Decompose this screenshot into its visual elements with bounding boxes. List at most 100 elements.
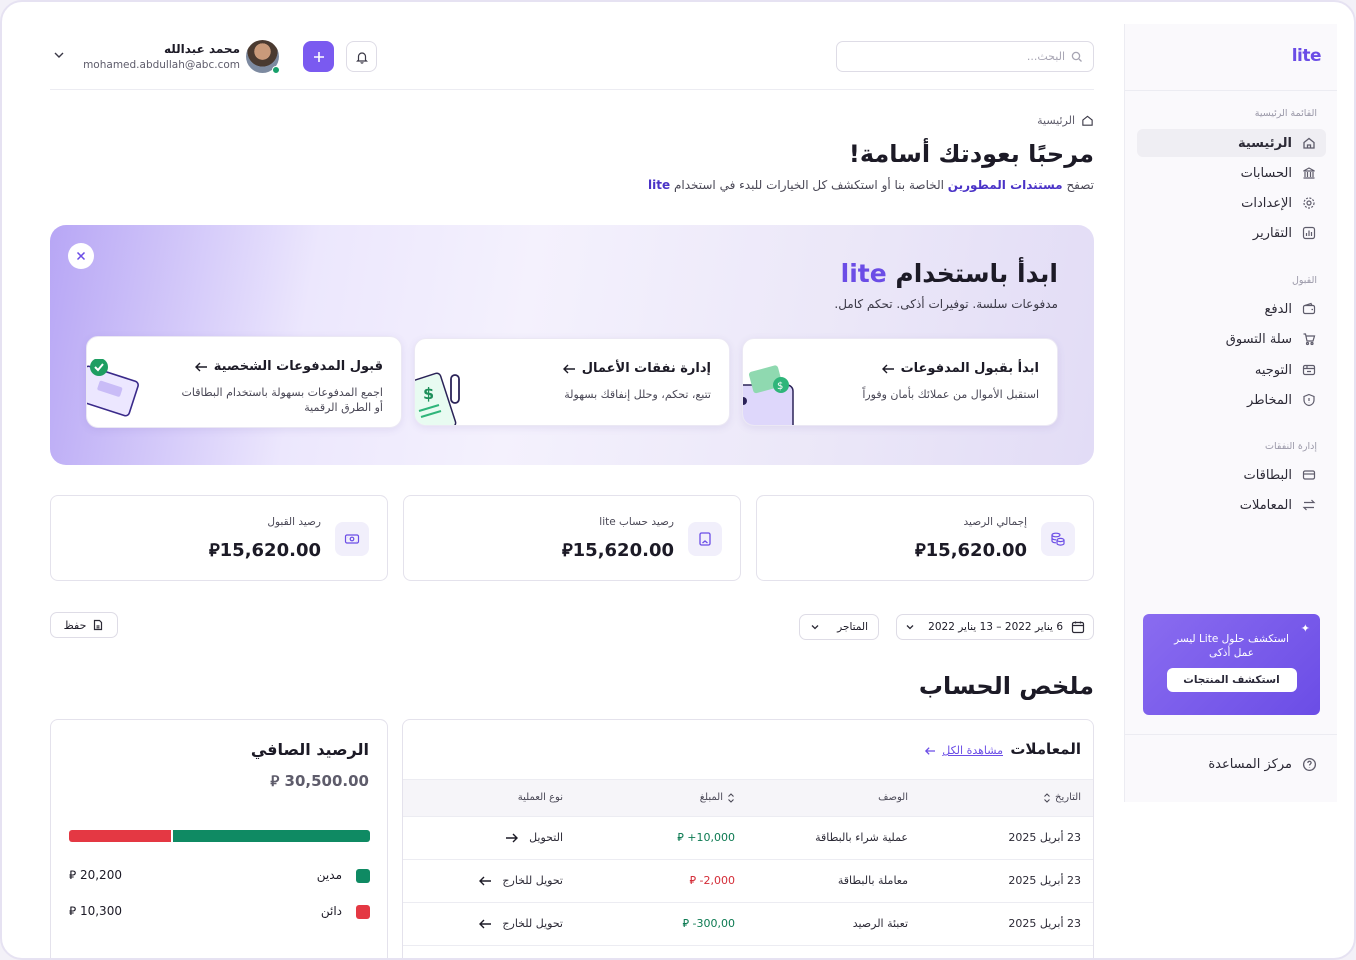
cell-type: تحويل للخارج <box>478 917 563 930</box>
column-amount[interactable]: المبلغ <box>700 792 735 803</box>
section-label-expenses: إدارة النفقات <box>1265 441 1317 452</box>
legend-label: دائن <box>320 904 342 918</box>
breadcrumb[interactable]: الرئيسية <box>902 114 1094 127</box>
app-window: lite القائمة الرئيسية الرئيسية الحسابات … <box>0 0 1356 960</box>
personal-payments-card[interactable]: قبول المدفوعات الشخصية اجمع المدفوعات بس… <box>86 336 402 428</box>
sidebar-item-label: الإعدادات <box>1241 195 1292 211</box>
brand-name: lite <box>648 178 671 192</box>
date-range-picker[interactable]: 6 يناير 2022 – 13 يناير 2022 <box>896 614 1094 640</box>
cash-icon <box>335 522 369 556</box>
bank-icon <box>1302 166 1316 180</box>
sidebar-item-label: التوجيه <box>1254 362 1292 378</box>
notifications-button[interactable] <box>346 41 377 72</box>
receipt-illustration: $ <box>415 361 485 425</box>
divider <box>1125 734 1337 735</box>
view-all-link[interactable]: مشاهدة الكل <box>924 744 1003 757</box>
stat-label: رصيد القبول <box>267 516 321 528</box>
sidebar-item-cart[interactable]: سلة التسوق <box>1137 325 1326 353</box>
start-accepting-payments-card[interactable]: ابدأ بقبول المدفوعات استقبل الأموال من ع… <box>742 338 1058 426</box>
legend-label: مدين <box>316 868 342 882</box>
breadcrumb-label: الرئيسية <box>1037 114 1075 127</box>
cell-amount: ⃁ -2,000 <box>689 874 735 887</box>
debit-credit-bar <box>69 830 370 842</box>
card-title: إدارة نفقات الأعمال <box>562 361 711 376</box>
header-divider <box>50 89 1094 90</box>
stat-label: إجمالي الرصيد <box>963 516 1027 528</box>
developer-docs-link[interactable]: مستندات المطورين <box>948 178 1063 192</box>
wallet-icon <box>1302 302 1316 316</box>
brand-logo[interactable]: lite <box>1292 46 1322 66</box>
sidebar-item-label: البطاقات <box>1243 467 1292 483</box>
sidebar-item-cards[interactable]: البطاقات <box>1137 461 1326 489</box>
save-button[interactable]: حفظ <box>50 612 118 638</box>
sidebar-item-label: الحسابات <box>1240 165 1292 181</box>
calendar-icon <box>1071 620 1085 634</box>
transactions-panel: المعاملات مشاهدة الكل التاريخ الوصف المب… <box>402 719 1094 958</box>
sidebar-item-settings[interactable]: الإعدادات <box>1137 189 1326 217</box>
close-button[interactable] <box>68 243 94 269</box>
sidebar-item-transactions[interactable]: المعاملات <box>1137 491 1326 519</box>
card-icon <box>1302 468 1316 482</box>
cell-date: 23 أبريل 2025 <box>1008 831 1081 844</box>
business-expenses-card[interactable]: إدارة نفقات الأعمال تتبع، تحكم، وحلل إنف… <box>414 338 730 426</box>
add-button[interactable] <box>303 41 334 72</box>
sidebar-item-payment[interactable]: الدفع <box>1137 295 1326 323</box>
shield-icon <box>1302 393 1316 407</box>
stores-dropdown[interactable]: المتاجر <box>799 614 879 640</box>
sidebar-item-routing[interactable]: التوجيه <box>1137 356 1326 384</box>
brand-name: lite <box>840 259 887 288</box>
arrow-left-icon <box>562 363 576 375</box>
arrow-left-icon <box>924 746 936 756</box>
chevron-down-icon <box>905 622 915 632</box>
svg-text:$: $ <box>777 381 783 392</box>
column-type: نوع العملية <box>517 792 563 803</box>
section-title: ملخص الحساب <box>918 672 1094 700</box>
net-balance-value: ⃁ 30,500.00 <box>270 772 369 790</box>
section-label-main: القائمة الرئيسية <box>1254 108 1317 119</box>
search-placeholder: البحث... <box>1026 50 1065 63</box>
table-row[interactable]: 23 أبريل 2025 معاملة بالبطاقة ⃁ -2,000 ت… <box>403 860 1093 903</box>
svg-text:$: $ <box>423 384 434 403</box>
chevron-down-icon <box>810 622 820 632</box>
user-email: mohamed.abdullah@abc.com <box>83 59 240 71</box>
table-row[interactable]: 23 أبريل 2025 عملية شراء بالبطاقة ⃁ +10,… <box>403 817 1093 860</box>
table-row[interactable]: 23 أبريل 2025 تعبئة الرصيد ⃁ -300,00 تحو… <box>403 903 1093 946</box>
card-title: قبول المدفوعات الشخصية <box>194 359 383 374</box>
legend-value: ⃁ 10,300 <box>69 904 122 918</box>
home-icon <box>1302 136 1316 150</box>
legend-value: ⃁ 20,200 <box>69 868 122 882</box>
book-icon <box>688 522 722 556</box>
user-name[interactable]: محمد عبدالله <box>62 42 240 56</box>
panel-title: الرصيد الصافي <box>250 740 369 759</box>
cell-date: 23 أبريل 2025 <box>1008 917 1081 930</box>
routing-icon <box>1302 363 1316 377</box>
credit-segment <box>69 830 172 842</box>
card-title: ابدأ بقبول المدفوعات <box>881 361 1039 376</box>
sort-icon <box>727 792 735 803</box>
sidebar-item-reports[interactable]: التقارير <box>1137 219 1326 247</box>
file-icon <box>92 619 104 631</box>
legend-debit: مدين ⃁ 20,200 <box>69 866 370 886</box>
sidebar-item-accounts[interactable]: الحسابات <box>1137 159 1326 187</box>
stat-value: ⃁15,620.00 <box>561 540 674 561</box>
card-description: تتبع، تحكم، وحلل إنفاقك بسهولة <box>564 388 711 401</box>
sidebar-item-label: الدفع <box>1264 301 1292 317</box>
acceptance-balance-card: رصيد القبول ⃁15,620.00 <box>50 495 388 581</box>
chevron-down-icon[interactable] <box>52 48 66 62</box>
sidebar-item-risk[interactable]: المخاطر <box>1137 386 1326 414</box>
column-date[interactable]: التاريخ <box>1043 792 1081 803</box>
coins-icon <box>1041 522 1075 556</box>
card-description: اجمع المدفوعات بسهولة باستخدام البطاقات … <box>181 386 383 414</box>
sidebar-item-home[interactable]: الرئيسية <box>1137 129 1326 157</box>
search-input[interactable]: البحث... <box>836 41 1094 72</box>
credit-card-check-illustration <box>87 359 157 427</box>
column-description: الوصف <box>878 792 908 803</box>
arrow-left-icon <box>194 361 208 373</box>
cell-description: عملية شراء بالبطاقة <box>815 831 908 844</box>
help-center-link[interactable]: مركز المساعدة <box>1208 757 1317 772</box>
online-status-dot <box>272 66 280 74</box>
arrow-left-icon <box>881 363 895 375</box>
close-icon <box>76 251 86 261</box>
swap-icon <box>1302 498 1316 512</box>
explore-products-button[interactable]: استكشف المنتجات <box>1166 668 1297 692</box>
